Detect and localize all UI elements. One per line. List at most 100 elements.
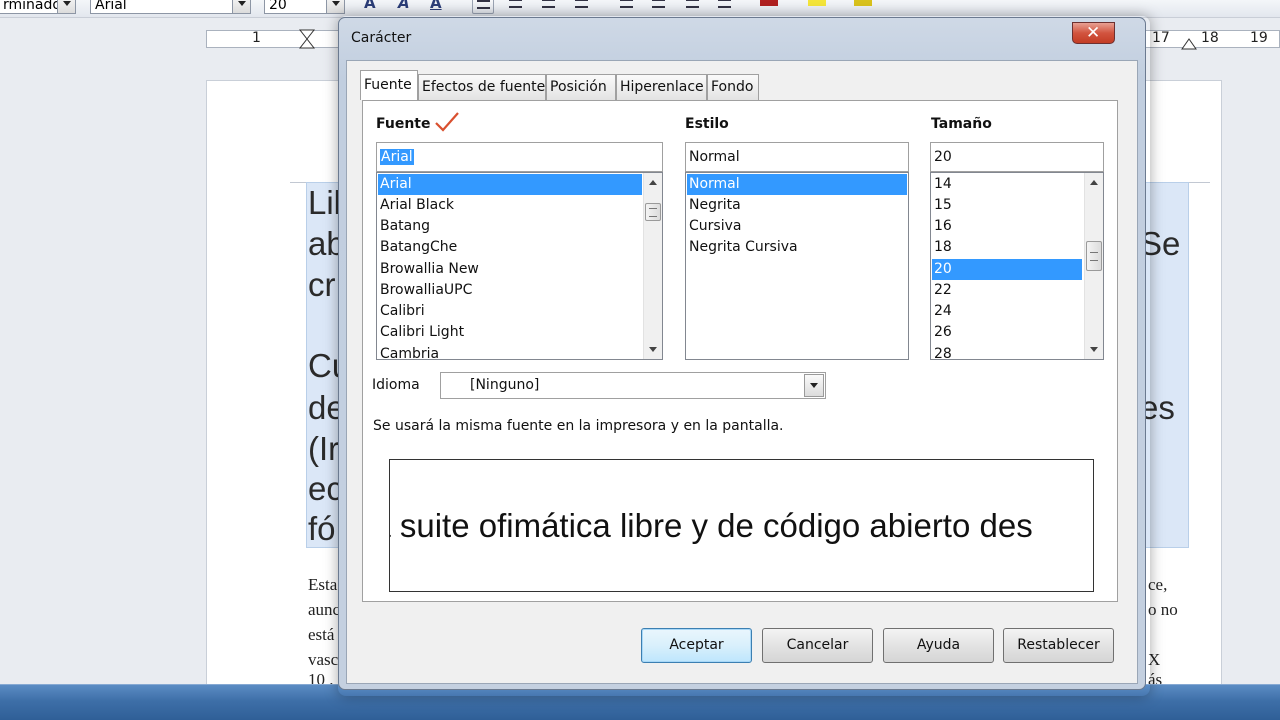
font-name-input[interactable]: Arial (376, 142, 663, 172)
align-right-icon[interactable] (538, 0, 560, 14)
document-body-fragment: o no (1148, 600, 1178, 619)
font-list-item[interactable]: Arial Black (378, 195, 642, 216)
font-color-icon[interactable] (758, 0, 780, 14)
size-list-scrollbar[interactable] (1084, 173, 1103, 359)
close-button[interactable]: ✕ (1072, 22, 1115, 44)
cancel-button[interactable]: Cancelar (762, 628, 873, 663)
style-label: Estilo (685, 116, 729, 132)
tab-fuente[interactable]: Fuente (360, 70, 418, 100)
font-list-item[interactable]: BrowalliaUPC (378, 280, 642, 301)
tab-label: Fuente (364, 77, 412, 93)
style-list-item[interactable]: Cursiva (687, 216, 907, 237)
size-list-item[interactable]: 15 (932, 195, 1082, 216)
checkmark-icon (435, 112, 459, 132)
font-size-list[interactable]: 14 15 16 18 20 22 24 26 28 (930, 172, 1104, 360)
bullet-list-icon[interactable] (648, 0, 670, 14)
font-list-item[interactable]: Arial (378, 174, 642, 195)
chevron-down-icon[interactable] (232, 0, 250, 13)
paragraph-style-value: rminado (3, 0, 61, 13)
size-label: Tamaño (931, 116, 992, 132)
dialog-title: Carácter (351, 30, 412, 46)
indent-marker-icon[interactable] (298, 29, 316, 49)
document-text-fragment: fó (308, 510, 336, 547)
size-list-item[interactable]: 26 (932, 322, 1082, 343)
scroll-up-icon[interactable] (644, 174, 662, 192)
close-icon: ✕ (1086, 23, 1101, 43)
font-list-item[interactable]: Cambria (378, 344, 642, 359)
font-style-list[interactable]: Normal Negrita Cursiva Negrita Cursiva (685, 172, 909, 360)
background-color-icon[interactable] (852, 0, 874, 14)
size-list-item[interactable]: 22 (932, 280, 1082, 301)
font-list-scrollbar[interactable] (643, 173, 662, 359)
info-text: Se usará la misma fuente en la impresora… (373, 418, 784, 434)
scroll-down-icon[interactable] (1085, 340, 1103, 358)
font-label: Fuente (376, 116, 431, 132)
scroll-thumb[interactable] (645, 203, 661, 221)
scroll-up-icon[interactable] (1085, 174, 1103, 192)
style-list-item[interactable]: Negrita Cursiva (687, 237, 907, 258)
tab-label: Fondo (711, 79, 754, 95)
reset-button-label: Restablecer (1017, 637, 1100, 653)
cancel-button-label: Cancelar (786, 637, 849, 653)
right-indent-marker-icon[interactable] (1180, 30, 1198, 50)
tab-label: Posición (550, 79, 607, 95)
font-style-input-value: Normal (689, 149, 740, 165)
document-body-fragment: aunc (308, 600, 341, 619)
font-name-input-value: Arial (380, 149, 414, 165)
italic-a-icon[interactable]: A (395, 0, 417, 14)
tab-posicion[interactable]: Posición (546, 74, 616, 100)
language-label: Idioma (372, 377, 420, 393)
underline-a-icon[interactable]: A (427, 0, 449, 14)
align-left-icon[interactable] (472, 0, 494, 14)
font-name-list[interactable]: Arial Arial Black Batang BatangChe Browa… (376, 172, 663, 360)
highlight-icon[interactable] (806, 0, 828, 14)
size-list-item[interactable]: 24 (932, 301, 1082, 322)
style-list-item[interactable]: Negrita (687, 195, 907, 216)
scroll-thumb[interactable] (1086, 241, 1102, 271)
font-list-item[interactable]: Batang (378, 216, 642, 237)
style-list-item[interactable]: Normal (687, 174, 907, 195)
reset-button[interactable]: Restablecer (1003, 628, 1114, 663)
font-list-item[interactable]: Calibri Light (378, 322, 642, 343)
font-size-input-value: 20 (934, 149, 952, 165)
tab-label: Hiperenlace (620, 79, 704, 95)
language-value: [Ninguno] (470, 377, 540, 393)
accept-button[interactable]: Aceptar (641, 628, 752, 663)
size-list-item[interactable]: 14 (932, 174, 1082, 195)
document-body-fragment: Esta (308, 575, 338, 594)
ruler-number: 1 (252, 30, 261, 46)
font-preview: la suite ofimática libre y de código abi… (389, 459, 1094, 592)
font-list-item[interactable]: BatangChe (378, 237, 642, 258)
font-size-input[interactable]: 20 (930, 142, 1104, 172)
paragraph-style-combo[interactable]: rminado (0, 0, 76, 14)
size-list-item[interactable]: 18 (932, 237, 1082, 258)
align-center-icon[interactable] (505, 0, 527, 14)
font-list-item[interactable]: Browallia New (378, 259, 642, 280)
tab-fondo[interactable]: Fondo (707, 74, 759, 100)
font-style-input[interactable]: Normal (685, 142, 909, 172)
chevron-down-icon[interactable] (57, 0, 75, 13)
scroll-down-icon[interactable] (644, 340, 662, 358)
font-name-combo[interactable]: Arial (90, 0, 251, 14)
justify-icon[interactable] (571, 0, 593, 14)
language-dropdown[interactable]: [Ninguno] (440, 372, 826, 399)
tab-efectos-de-fuente[interactable]: Efectos de fuente (418, 74, 546, 100)
preview-text: la suite ofimática libre y de código abi… (389, 507, 1033, 544)
chevron-down-icon[interactable] (804, 374, 824, 397)
document-text-fragment: cr (308, 266, 336, 303)
font-size-value: 20 (269, 0, 287, 13)
help-button[interactable]: Ayuda (883, 628, 994, 663)
increase-indent-icon[interactable] (714, 0, 736, 14)
decrease-indent-icon[interactable] (682, 0, 704, 14)
accept-button-label: Aceptar (669, 637, 724, 653)
numbered-list-icon[interactable] (616, 0, 638, 14)
tab-hiperenlace[interactable]: Hiperenlace (616, 74, 707, 100)
help-button-label: Ayuda (916, 637, 961, 653)
font-list-item[interactable]: Calibri (378, 301, 642, 322)
size-list-item[interactable]: 28 (932, 344, 1082, 359)
font-size-combo[interactable]: 20 (264, 0, 345, 14)
chevron-down-icon[interactable] (326, 0, 344, 13)
bold-a-icon[interactable]: A (361, 0, 383, 14)
size-list-item[interactable]: 16 (932, 216, 1082, 237)
size-list-item[interactable]: 20 (932, 259, 1082, 280)
